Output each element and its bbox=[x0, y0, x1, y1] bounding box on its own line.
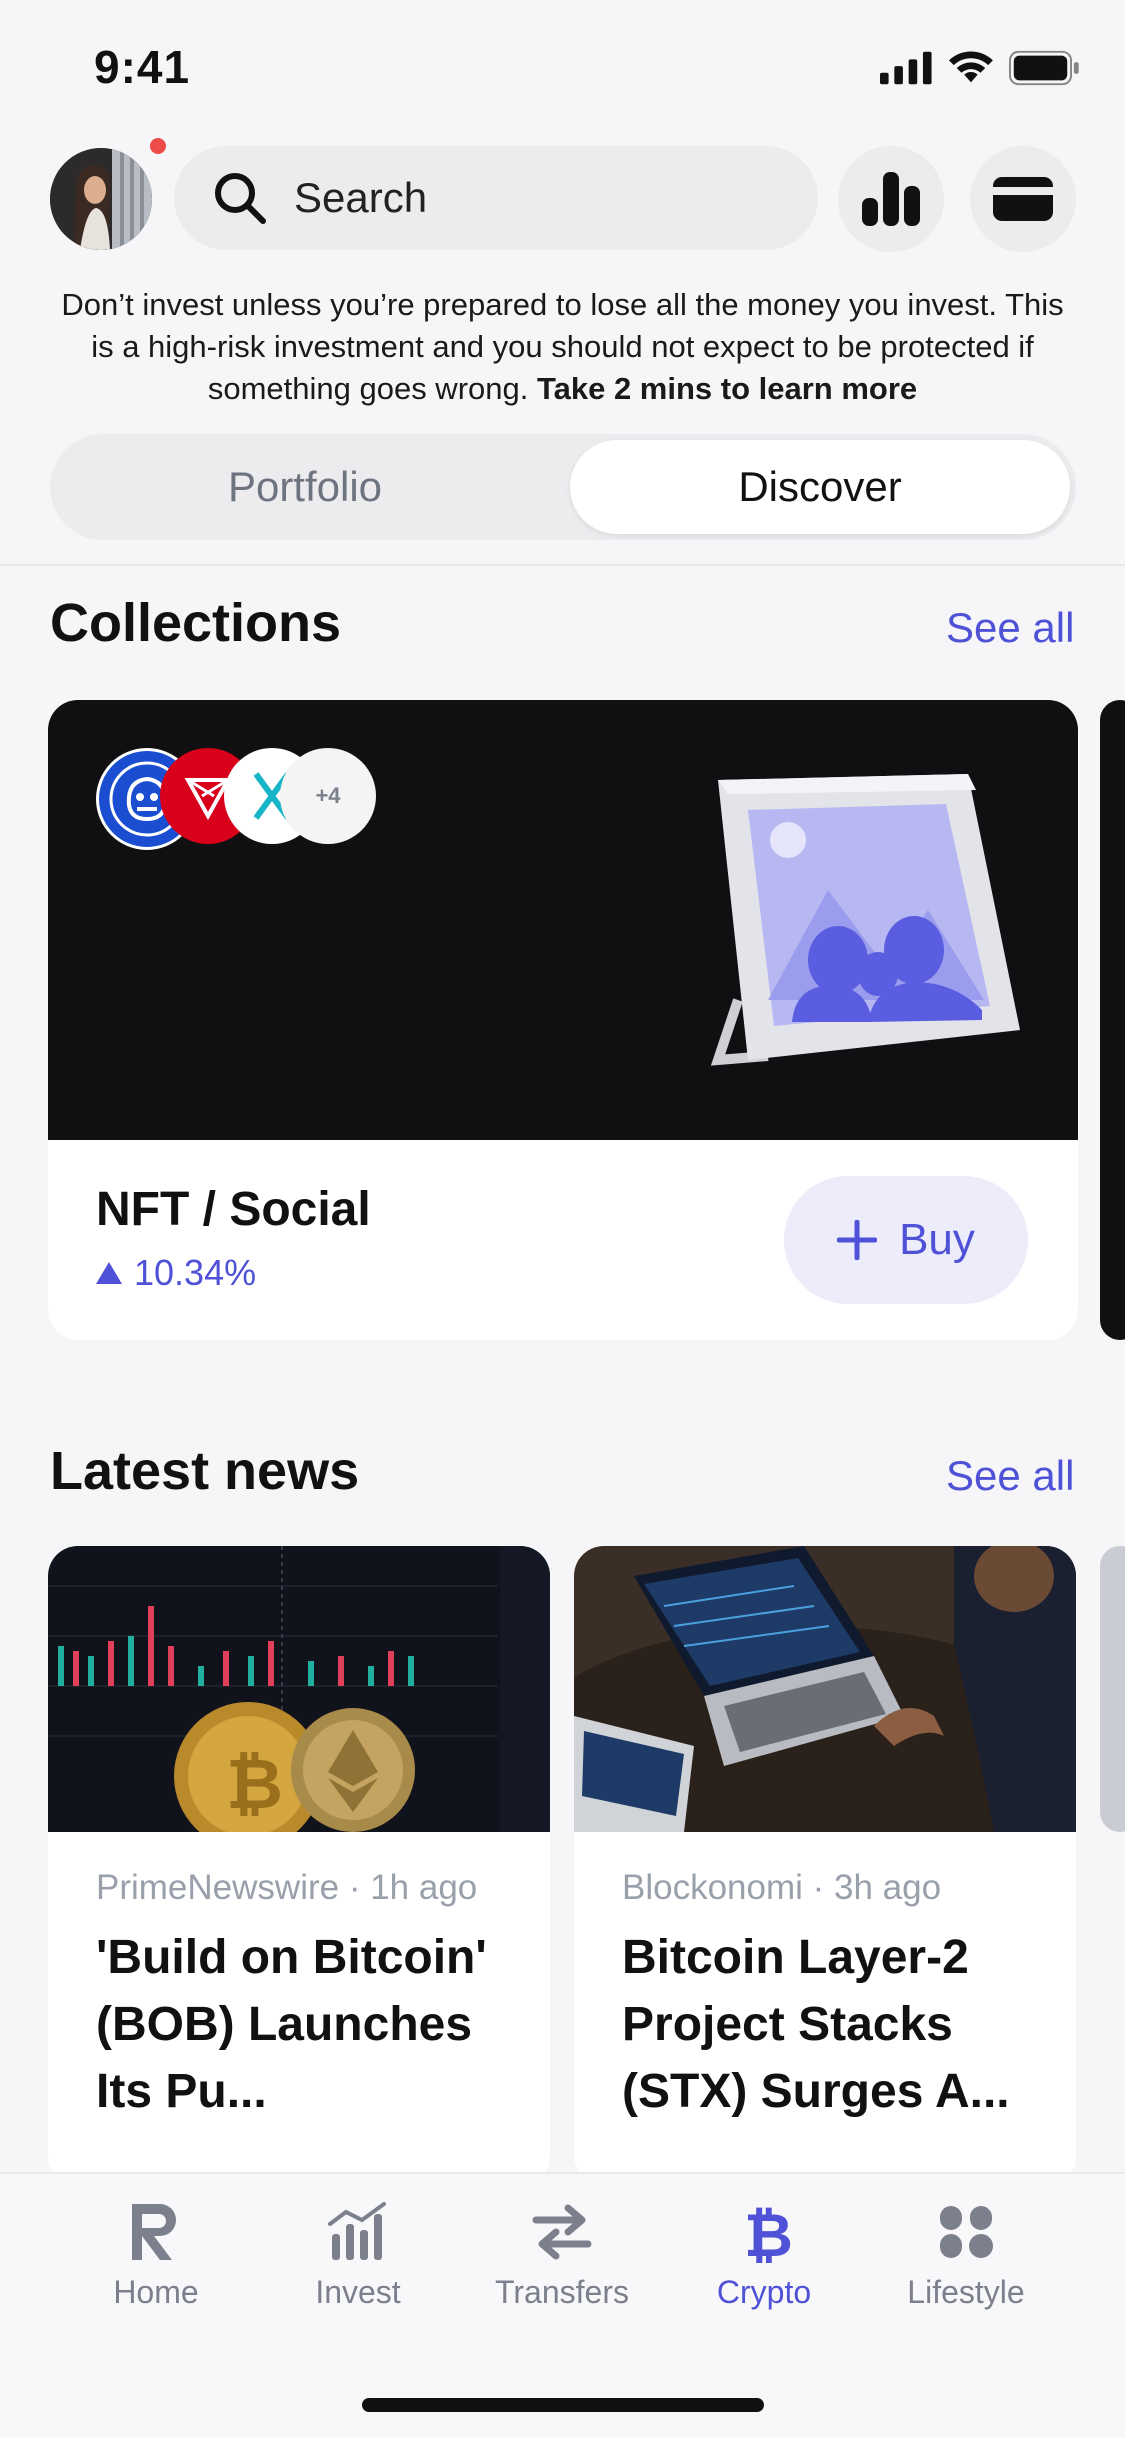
search-placeholder: Search bbox=[294, 174, 428, 221]
tab-home[interactable]: Home bbox=[66, 2200, 246, 2311]
news-card[interactable]: ₿ PrimeNewswire · 1h ago 'Build on Bitco… bbox=[48, 1546, 550, 2186]
news-card[interactable]: Blockonomi · 3h ago Bitcoin Layer-2 Proj… bbox=[574, 1546, 1076, 2186]
notification-dot bbox=[150, 138, 166, 154]
wifi-icon bbox=[949, 51, 994, 83]
news-time: 3h ago bbox=[834, 1868, 942, 1907]
plus-icon bbox=[837, 1220, 878, 1260]
next-news-card-peek[interactable] bbox=[1100, 1546, 1125, 1832]
transfer-arrows-icon bbox=[532, 2204, 592, 2260]
bar-chart-icon bbox=[862, 172, 920, 226]
news-see-all-link[interactable]: See all bbox=[946, 1452, 1074, 1500]
buy-label: Buy bbox=[899, 1215, 975, 1264]
tab-portfolio[interactable]: Portfolio bbox=[50, 434, 560, 540]
collections-title: Collections bbox=[50, 593, 342, 653]
news-meta: PrimeNewswire · 1h ago bbox=[96, 1868, 478, 1907]
tab-label: Transfers bbox=[495, 2274, 629, 2310]
collection-change: 10.34% bbox=[96, 1252, 256, 1294]
collection-card[interactable]: +4 NFT / Social 10.34% Buy bbox=[48, 700, 1078, 1340]
news-headline: Bitcoin Layer-2 Project Stacks (STX) Sur… bbox=[622, 1931, 1010, 2118]
news-headline: 'Build on Bitcoin' (BOB) Launches Its Pu… bbox=[96, 1931, 487, 2118]
news-source: Blockonomi bbox=[622, 1868, 803, 1907]
cards-button[interactable] bbox=[970, 146, 1076, 252]
risk-disclaimer: Don’t invest unless you’re prepared to l… bbox=[50, 284, 1075, 410]
tab-lifestyle[interactable]: Lifestyle bbox=[876, 2200, 1056, 2311]
tab-label: Invest bbox=[315, 2274, 401, 2310]
collections-see-all-link[interactable]: See all bbox=[946, 604, 1074, 652]
bar-chart-icon bbox=[328, 2202, 386, 2260]
next-collection-card-peek[interactable] bbox=[1100, 700, 1125, 1340]
search-bar[interactable]: Search bbox=[174, 146, 818, 250]
search-icon bbox=[215, 173, 266, 224]
laptop-trader-image bbox=[574, 1546, 1076, 1832]
tab-crypto[interactable]: ₿ Crypto bbox=[674, 2200, 854, 2311]
status-icons bbox=[880, 48, 1080, 88]
svg-text:₿: ₿ bbox=[226, 1743, 283, 1825]
revolut-r-icon bbox=[132, 2204, 176, 2260]
avatar-photo bbox=[50, 148, 152, 250]
tab-label: Home bbox=[113, 2274, 199, 2310]
tab-label: Lifestyle bbox=[907, 2274, 1025, 2310]
divider bbox=[0, 564, 1125, 566]
status-time: 9:41 bbox=[94, 41, 191, 93]
home-indicator bbox=[362, 2398, 764, 2412]
picture-frame-illustration bbox=[710, 774, 1020, 1066]
tab-invest[interactable]: Invest bbox=[268, 2200, 448, 2311]
crypto-chart-coins-image: ₿ bbox=[48, 1546, 550, 1832]
bitcoin-icon: ₿ bbox=[744, 2201, 793, 2264]
analytics-button[interactable] bbox=[838, 146, 944, 252]
triangle-up-icon bbox=[96, 1262, 122, 1284]
lifestyle-icon bbox=[940, 2206, 993, 2258]
battery-icon bbox=[1009, 50, 1080, 86]
cellular-signal-icon bbox=[880, 51, 932, 85]
collection-name: NFT / Social bbox=[96, 1183, 371, 1236]
news-meta: Blockonomi · 3h ago bbox=[622, 1868, 942, 1907]
tab-discover[interactable]: Discover bbox=[570, 440, 1070, 534]
card-icon bbox=[993, 177, 1053, 221]
more-coins-badge: +4 bbox=[280, 748, 376, 844]
avatar[interactable] bbox=[50, 148, 152, 250]
news-time: 1h ago bbox=[370, 1868, 478, 1907]
tab-label: Crypto bbox=[716, 2274, 812, 2310]
svg-text:₿: ₿ bbox=[744, 2201, 793, 2264]
news-source: PrimeNewswire bbox=[96, 1868, 340, 1907]
buy-button[interactable]: Buy bbox=[784, 1176, 1028, 1304]
collection-banner: +4 bbox=[48, 700, 1078, 1140]
news-title: Latest news bbox=[50, 1441, 360, 1501]
change-percent: 10.34% bbox=[134, 1252, 257, 1293]
tab-transfers[interactable]: Transfers bbox=[472, 2200, 652, 2311]
learn-more-link[interactable]: Take 2 mins to learn more bbox=[537, 371, 917, 406]
